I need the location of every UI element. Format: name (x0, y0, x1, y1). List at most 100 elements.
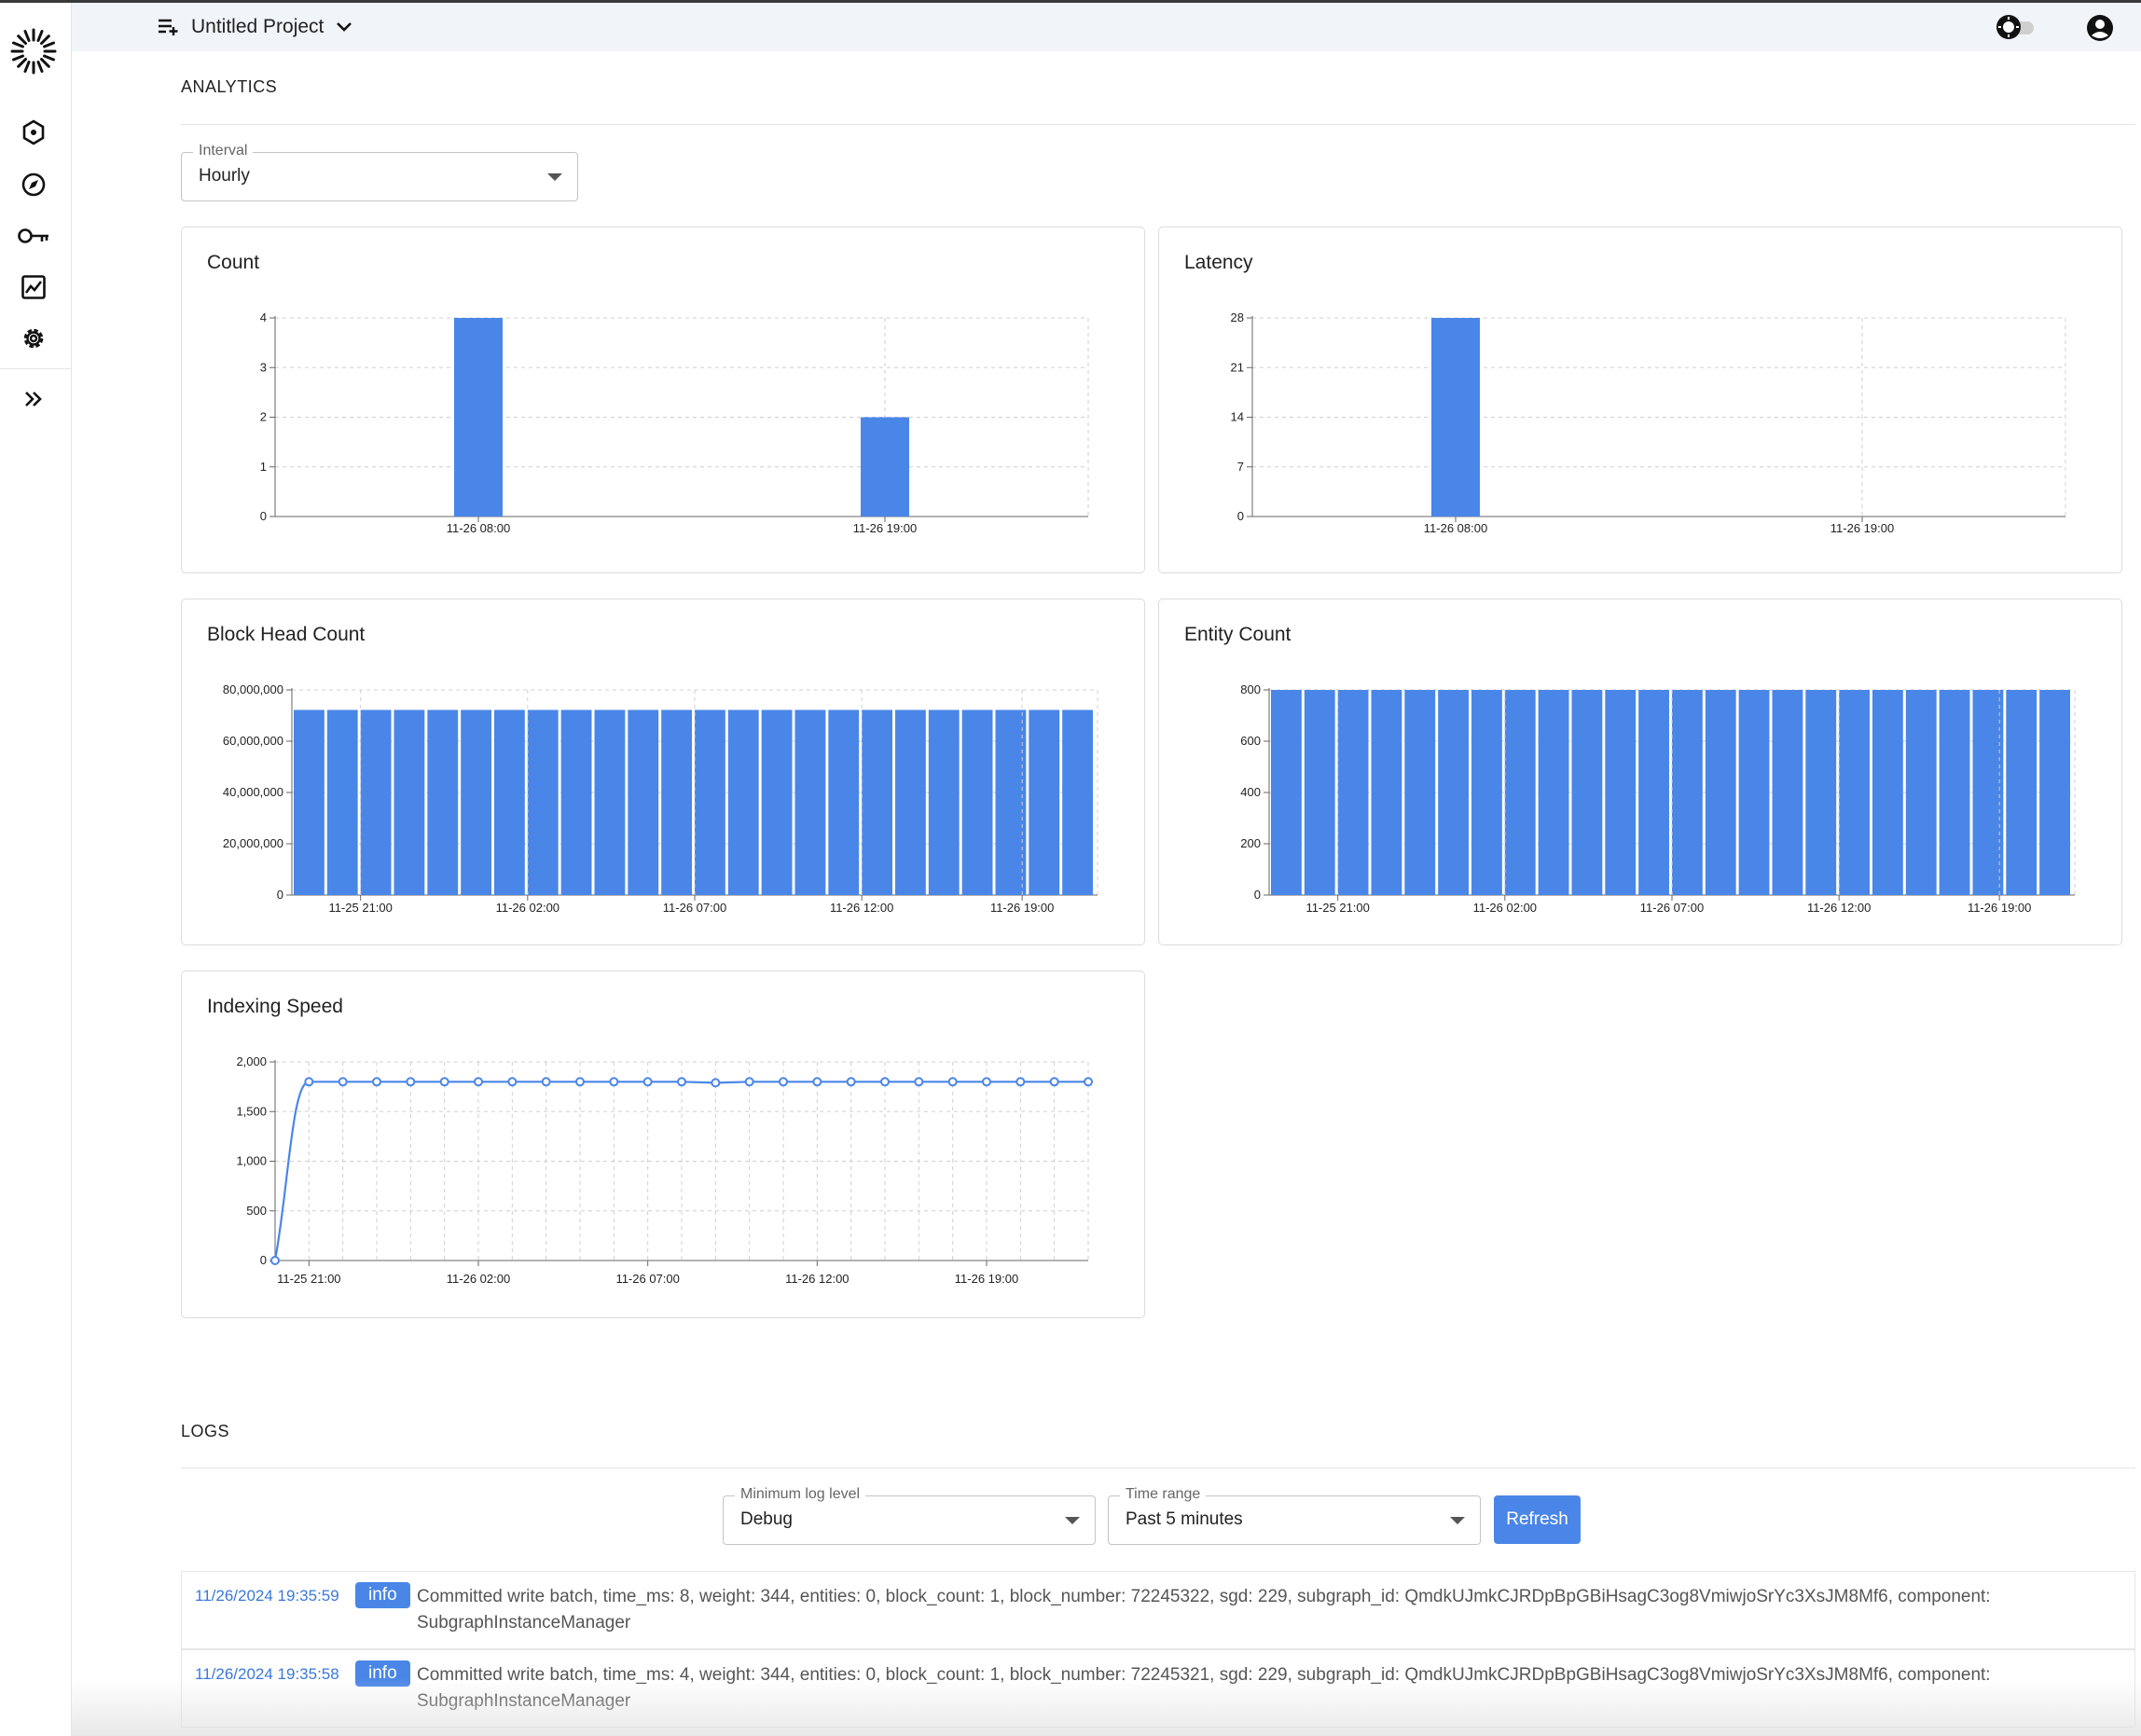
min-log-level-value: Debug (740, 1509, 793, 1529)
block-head-count-chart: 0 20,000,000 40,000,000 60,000,000 80,000,00… (223, 682, 1098, 915)
y-tick-label: 200 (1240, 836, 1261, 850)
app-logo-icon[interactable] (8, 26, 59, 76)
sidebar-divider (0, 368, 71, 369)
log-entry: 11/26/2024 19:35:58 info Committed write… (181, 1649, 2135, 1728)
x-tick-label: 11-26 19:00 (990, 901, 1054, 915)
account-icon[interactable] (2084, 12, 2116, 44)
entity-count-chart-card: Entity Count 0 200 400 600 800 11-25 21:00 11-… (1158, 599, 2122, 945)
log-timestamp[interactable]: 11/26/2024 19:35:58 (195, 1665, 339, 1684)
chevron-down-icon (337, 22, 352, 32)
time-range-select[interactable]: Time range Past 5 minutes (1108, 1486, 1481, 1545)
bar (1672, 690, 1703, 895)
bar (861, 417, 909, 517)
x-tick-label: 11-26 07:00 (1640, 901, 1704, 915)
log-timestamp[interactable]: 11/26/2024 19:35:59 (195, 1587, 339, 1605)
data-point (439, 1077, 449, 1087)
y-tick-label: 0 (260, 1253, 267, 1267)
project-selector[interactable]: Untitled Project (158, 12, 353, 42)
settings-icon (23, 328, 44, 349)
bar (1029, 710, 1060, 895)
y-tick-label: 0 (260, 509, 267, 523)
data-point (880, 1077, 890, 1087)
sidebar-item-settings[interactable] (14, 319, 53, 358)
bar (560, 710, 592, 895)
bar (1438, 690, 1469, 895)
bar (1571, 690, 1603, 895)
log-level-badge: info (355, 1660, 410, 1687)
data-point (1049, 1077, 1059, 1087)
min-log-level-select[interactable]: Minimum log level Debug (723, 1486, 1096, 1545)
x-tick-label: 11-26 12:00 (830, 901, 893, 915)
bar (1638, 690, 1669, 895)
data-point (677, 1077, 686, 1087)
bar (1738, 690, 1770, 895)
y-tick-label: 40,000,000 (223, 785, 283, 799)
y-tick-label: 7 (1237, 460, 1244, 474)
bar (995, 710, 1027, 895)
interval-select[interactable]: Interval Hourly (181, 143, 578, 201)
subgraph-icon (22, 119, 45, 145)
bar (1705, 690, 1736, 895)
bar (454, 318, 503, 517)
x-tick-label: 11-26 02:00 (496, 901, 559, 915)
bar (1404, 690, 1436, 895)
y-tick-label: 2,000 (236, 1054, 267, 1068)
block-head-count-chart-card: Block Head Count 0 20,000,000 40,000,000 60… (181, 599, 1145, 945)
data-point (338, 1077, 348, 1087)
bar (1471, 690, 1502, 895)
y-tick-label: 400 (1240, 785, 1261, 799)
project-name: Untitled Project (191, 16, 325, 37)
sidebar-expand-button[interactable] (14, 379, 53, 419)
interval-label: Interval (193, 143, 254, 159)
bar (695, 710, 725, 895)
bar (1431, 318, 1480, 517)
x-tick-label: 11-26 08:00 (447, 521, 510, 535)
x-tick-label: 11-26 12:00 (785, 1272, 849, 1286)
caret-down-icon (1450, 1517, 1465, 1524)
count-chart-card: Count 0 1 2 3 4 11-26 08:00 11-26 19:00 (181, 227, 1145, 573)
theme-toggle[interactable] (1993, 12, 2036, 42)
y-tick-label: 0 (277, 888, 283, 902)
bar (761, 710, 793, 895)
playlist-add-icon (159, 19, 178, 35)
data-point (575, 1077, 585, 1087)
bar (1972, 690, 2004, 895)
x-tick-label: 11-26 19:00 (853, 521, 917, 535)
refresh-button[interactable]: Refresh (1494, 1495, 1581, 1544)
y-tick-label: 800 (1240, 682, 1261, 696)
bar (1271, 690, 1302, 895)
sidebar-item-explore[interactable] (14, 165, 53, 204)
x-tick-label: 11-26 02:00 (447, 1272, 510, 1286)
y-tick-label: 4 (260, 310, 267, 324)
sidebar-item-api-keys[interactable] (14, 216, 53, 255)
data-point (507, 1077, 518, 1087)
bar (928, 710, 960, 895)
bar (1872, 690, 1903, 895)
bar (1304, 690, 1335, 895)
explore-icon (21, 172, 46, 197)
log-level-badge: info (355, 1582, 410, 1608)
sidebar (0, 3, 72, 1736)
bar (828, 710, 860, 895)
count-chart: 0 1 2 3 4 11-26 08:00 11-26 19:00 (260, 310, 1089, 535)
bar (1805, 690, 1837, 895)
sidebar-item-analytics[interactable] (14, 268, 53, 307)
data-point (947, 1077, 958, 1087)
time-range-label: Time range (1120, 1486, 1207, 1503)
y-tick-label: 1,000 (236, 1154, 267, 1168)
bar (1504, 690, 1536, 895)
bar (1538, 690, 1569, 895)
bar (326, 710, 358, 895)
bar (1772, 690, 1803, 895)
data-point (609, 1077, 619, 1087)
data-point (406, 1077, 416, 1087)
bar (461, 710, 491, 895)
latency-chart-card: Latency 0 7 14 21 28 11-26 08:00 11-26 19:00 (1158, 227, 2122, 573)
logs-heading: LOGS (181, 1422, 230, 1440)
sidebar-item-subgraph[interactable] (14, 113, 53, 152)
y-tick-label: 1 (260, 460, 267, 474)
key-icon (18, 228, 48, 243)
y-tick-label: 60,000,000 (223, 734, 283, 748)
indexing-speed-chart-card: Indexing Speed 0 500 1,000 1,500 2,000 11-25 … (181, 971, 1145, 1318)
x-tick-label: 11-26 07:00 (663, 901, 726, 915)
